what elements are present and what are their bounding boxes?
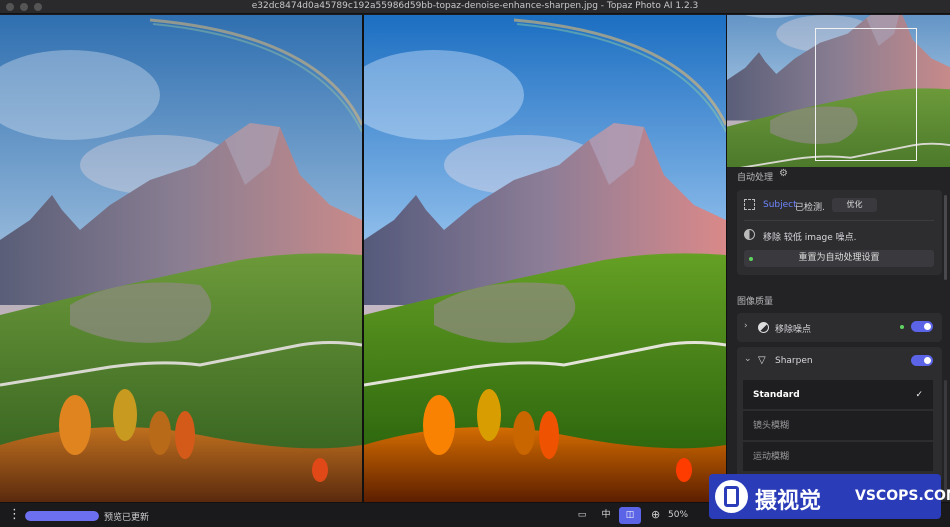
zoom-icon[interactable]: ⊕ — [651, 508, 660, 521]
view-side-by-side-button[interactable]: 中 — [595, 507, 617, 524]
watermark-badge: 摄视觉 VSCOPS.COM — [709, 474, 950, 519]
navigator-viewport-frame[interactable] — [815, 28, 917, 161]
checkmark-icon: ✓ — [915, 390, 923, 400]
denoise-toggle[interactable] — [911, 321, 933, 332]
denoise-status-dot — [900, 325, 904, 329]
auto-settings-gear-icon[interactable]: ⚙ — [779, 168, 788, 179]
view-split-button[interactable]: ◫ — [619, 507, 641, 524]
denoise-icon — [758, 322, 769, 333]
card-divider — [744, 220, 934, 221]
reset-status-dot — [749, 257, 753, 261]
right-panel: 自动处理 ⚙ Subject 已检测. 优化 移除 较低 image 噪点. 重… — [726, 15, 950, 502]
watermark-logo-icon — [715, 480, 748, 513]
preview-progress-bar — [25, 511, 99, 521]
options-scrollbar[interactable] — [944, 380, 947, 500]
sharpen-label: Sharpen — [775, 356, 813, 366]
chevron-down-icon[interactable]: ⌄ — [744, 354, 752, 364]
sharpen-icon: ▽ — [758, 355, 766, 366]
zoom-level[interactable]: 50% — [668, 510, 688, 520]
watermark-cn: 摄视觉 — [755, 489, 822, 514]
subject-detected-text: 已检测. — [795, 203, 825, 213]
denoise-card[interactable]: › 移除噪点 — [737, 313, 942, 342]
preview-status: 预览已更新 — [104, 513, 150, 523]
reset-auto-button[interactable]: 重置为自动处理设置 — [744, 250, 934, 267]
window-title: e32dc8474d0a45789c192a55986d59bb-topaz-d… — [251, 1, 699, 11]
denoise-status-icon — [744, 229, 755, 240]
panel-scrollbar[interactable] — [944, 195, 947, 280]
menu-icon[interactable]: ⋮ — [8, 507, 21, 522]
processed-photo — [364, 15, 726, 502]
watermark-en: VSCOPS.COM — [855, 488, 950, 504]
quality-section-label: 图像质量 — [737, 297, 774, 307]
title-bar: e32dc8474d0a45789c192a55986d59bb-topaz-d… — [0, 0, 950, 14]
navigator-thumbnail[interactable] — [727, 15, 950, 167]
noise-note: 移除 较低 image 噪点. — [763, 233, 857, 243]
sharpen-toggle[interactable] — [911, 355, 933, 366]
subject-detect-icon — [744, 199, 755, 210]
subject-word: Subject — [763, 200, 797, 210]
preview-progress-fill — [25, 511, 99, 521]
option-label: Standard — [753, 390, 800, 400]
auto-process-card: Subject 已检测. 优化 移除 较低 image 噪点. 重置为自动处理设… — [737, 190, 942, 275]
original-preview[interactable] — [0, 15, 362, 502]
sharpen-option-lens-blur[interactable]: 镜头模糊 — [743, 411, 933, 441]
chevron-right-icon[interactable]: › — [744, 321, 748, 331]
auto-section-label: 自动处理 — [737, 173, 774, 183]
view-single-button[interactable]: ▭ — [571, 507, 593, 524]
processed-preview[interactable] — [364, 15, 726, 502]
denoise-label: 移除噪点 — [775, 325, 812, 335]
original-photo — [0, 15, 362, 502]
sharpen-option-standard[interactable]: Standard ✓ — [743, 380, 933, 410]
sharpen-option-motion-blur[interactable]: 运动模糊 — [743, 442, 933, 472]
optimize-button[interactable]: 优化 — [832, 198, 877, 212]
